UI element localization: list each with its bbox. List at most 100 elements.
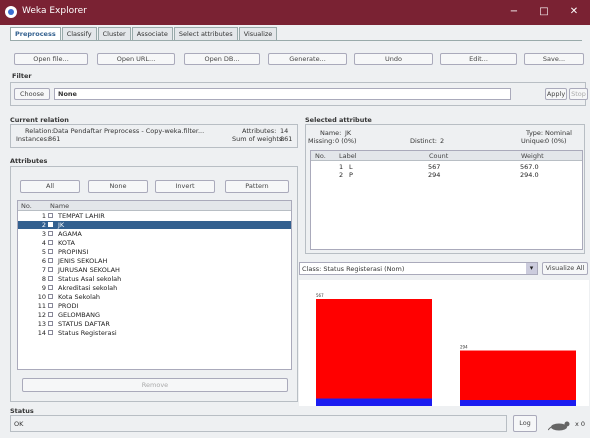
row-name: JURUSAN SEKOLAH bbox=[58, 266, 120, 274]
save-button[interactable]: Save... bbox=[524, 53, 584, 65]
select-all-button[interactable]: All bbox=[20, 180, 80, 193]
select-none-button[interactable]: None bbox=[88, 180, 148, 193]
unique-value: 0 (0%) bbox=[545, 137, 567, 145]
table-row[interactable]: 1 L 567 567.0 bbox=[311, 163, 582, 171]
row-no: 9 bbox=[41, 284, 46, 292]
stop-button[interactable]: Stop bbox=[569, 88, 588, 100]
row-name: Status Registerasi bbox=[58, 329, 117, 337]
open-db-button[interactable]: Open DB... bbox=[184, 53, 260, 65]
row-name: JK bbox=[58, 221, 65, 229]
edit-button[interactable]: Edit... bbox=[440, 53, 517, 65]
invert-button[interactable]: Invert bbox=[155, 180, 215, 193]
row-checkbox[interactable] bbox=[48, 222, 53, 227]
row-no: 12 bbox=[37, 311, 46, 319]
attributes-count: 14 bbox=[280, 127, 289, 135]
status-panel bbox=[10, 415, 507, 432]
attribute-row[interactable]: 9 Akreditasi sekolah bbox=[18, 284, 291, 292]
row-count: 294 bbox=[428, 171, 441, 179]
col-count: Count bbox=[429, 152, 449, 160]
tab-preprocess[interactable]: Preprocess bbox=[10, 27, 61, 40]
table-row[interactable]: 2 P 294 294.0 bbox=[311, 171, 582, 179]
tab-classify[interactable]: Classify bbox=[61, 27, 97, 40]
row-checkbox[interactable] bbox=[48, 258, 53, 263]
row-checkbox[interactable] bbox=[48, 312, 53, 317]
row-checkbox[interactable] bbox=[48, 330, 53, 335]
attribute-row[interactable]: 12 GELOMBANG bbox=[18, 311, 291, 319]
row-name: Kota Sekolah bbox=[58, 293, 101, 301]
bar-P-bottom bbox=[460, 400, 576, 406]
open-file-button[interactable]: Open file... bbox=[14, 53, 88, 65]
row-checkbox[interactable] bbox=[48, 276, 53, 281]
row-label: P bbox=[349, 171, 353, 179]
tab-cluster[interactable]: Cluster bbox=[97, 27, 131, 40]
attribute-row[interactable]: 3 AGAMA bbox=[18, 230, 291, 238]
missing-value: 0 (0%) bbox=[335, 137, 357, 145]
col-weight: Weight bbox=[521, 152, 544, 160]
row-checkbox[interactable] bbox=[48, 213, 53, 218]
row-checkbox[interactable] bbox=[48, 249, 53, 254]
filter-label: Filter bbox=[12, 72, 32, 80]
attributes-label: Attributes bbox=[10, 157, 48, 165]
chevron-down-icon[interactable]: ▾ bbox=[526, 263, 537, 274]
current-relation-label: Current relation bbox=[10, 116, 69, 124]
bar-L-bottom bbox=[316, 398, 432, 406]
col-no: No. bbox=[21, 202, 32, 210]
row-no: 2 bbox=[339, 171, 344, 179]
attribute-row[interactable]: 11 PRODI bbox=[18, 302, 291, 310]
attribute-row[interactable]: 8 Status Asal sekolah bbox=[18, 275, 291, 283]
row-name: AGAMA bbox=[58, 230, 82, 238]
open-url-button[interactable]: Open URL... bbox=[97, 53, 175, 65]
unique-key: Unique: bbox=[521, 137, 547, 145]
row-name: TEMPAT LAHIR bbox=[58, 212, 105, 220]
minimize-button[interactable]: − bbox=[500, 3, 528, 21]
row-no: 11 bbox=[37, 302, 46, 310]
attribute-row[interactable]: 10 Kota Sekolah bbox=[18, 293, 291, 301]
row-no: 7 bbox=[41, 266, 46, 274]
choose-filter-button[interactable]: Choose bbox=[14, 88, 50, 100]
row-checkbox[interactable] bbox=[48, 294, 53, 299]
pattern-button[interactable]: Pattern bbox=[225, 180, 289, 193]
row-label: L bbox=[349, 163, 353, 171]
close-button[interactable]: ✕ bbox=[560, 3, 588, 21]
row-checkbox[interactable] bbox=[48, 240, 53, 245]
tab-associate[interactable]: Associate bbox=[131, 27, 173, 40]
tab-select-attributes[interactable]: Select attributes bbox=[173, 27, 238, 40]
attribute-row[interactable]: 14 Status Registerasi bbox=[18, 329, 291, 337]
instances-key: Instances: bbox=[16, 135, 50, 143]
apply-button[interactable]: Apply bbox=[545, 88, 567, 100]
visualize-all-button[interactable]: Visualize All bbox=[542, 262, 588, 275]
row-checkbox[interactable] bbox=[48, 321, 53, 326]
col-name: Name bbox=[50, 202, 70, 210]
undo-button[interactable]: Undo bbox=[354, 53, 433, 65]
row-name: Status Asal sekolah bbox=[58, 275, 122, 283]
row-name: KOTA bbox=[58, 239, 75, 247]
generate-button[interactable]: Generate... bbox=[268, 53, 347, 65]
window-title: Weka Explorer bbox=[22, 6, 87, 16]
log-button[interactable]: Log bbox=[513, 415, 537, 432]
weka-bird-icon bbox=[548, 421, 570, 431]
class-selector[interactable]: Class: Status Registerasi (Nom) ▾ bbox=[299, 262, 538, 275]
attribute-row-selected[interactable]: 2 JK bbox=[18, 221, 291, 229]
maximize-button[interactable]: □ bbox=[530, 3, 558, 21]
distinct-value: 2 bbox=[440, 137, 445, 145]
filter-field[interactable]: None bbox=[54, 88, 511, 100]
attribute-row[interactable]: 5 PROPINSI bbox=[18, 248, 291, 256]
remove-button[interactable]: Remove bbox=[22, 378, 288, 392]
row-checkbox[interactable] bbox=[48, 285, 53, 290]
attribute-row[interactable]: 1 TEMPAT LAHIR bbox=[18, 212, 291, 220]
row-no: 4 bbox=[41, 239, 46, 247]
tab-visualize[interactable]: Visualize bbox=[238, 27, 278, 40]
row-checkbox[interactable] bbox=[48, 267, 53, 272]
row-name: Akreditasi sekolah bbox=[58, 284, 118, 292]
value-counts-table: No. Label Count Weight 1 L 567 567.0 2 P… bbox=[310, 150, 583, 250]
row-checkbox[interactable] bbox=[48, 231, 53, 236]
row-name: STATUS DAFTAR bbox=[58, 320, 110, 328]
tab-divider bbox=[10, 40, 582, 41]
attribute-row[interactable]: 4 KOTA bbox=[18, 239, 291, 247]
row-no: 14 bbox=[37, 329, 46, 337]
attribute-row[interactable]: 13 STATUS DAFTAR bbox=[18, 320, 291, 328]
attributes-table-header: No. Name bbox=[18, 201, 291, 211]
attribute-row[interactable]: 6 JENIS SEKOLAH bbox=[18, 257, 291, 265]
attribute-row[interactable]: 7 JURUSAN SEKOLAH bbox=[18, 266, 291, 274]
row-checkbox[interactable] bbox=[48, 303, 53, 308]
